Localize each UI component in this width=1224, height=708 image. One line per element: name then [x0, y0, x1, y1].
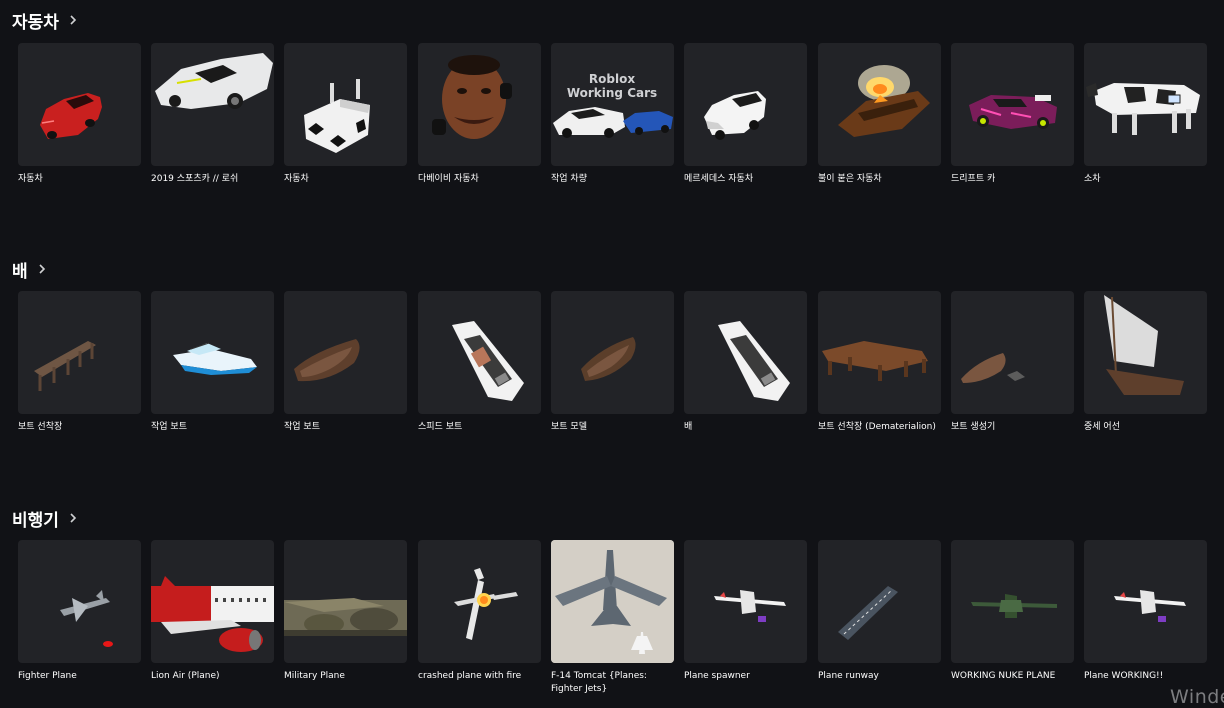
- asset-label: 보트 생성기: [951, 422, 996, 432]
- asset-card[interactable]: 보트 생성기: [951, 291, 1074, 434]
- section-title: 자동차: [12, 12, 59, 33]
- sailboat-image: [1084, 291, 1207, 414]
- asset-label: 작업 차량: [551, 174, 587, 184]
- asset-card[interactable]: F-14 Tomcat {Planes: Fighter Jets}: [551, 540, 674, 696]
- drift-car-image: [951, 43, 1074, 166]
- cow-car-image: [1084, 43, 1207, 166]
- section-boats: 배 보트 선착장 작업 보트 작업 보트 스피드 보트 보트 모델 배 보트 선…: [0, 257, 1224, 447]
- section-cars: 자동차 자동차 2019 스포츠카 // 로쉬 자동차 다베이비 자동차 Rob…: [0, 8, 1224, 198]
- asset-label: Lion Air (Plane): [151, 671, 220, 681]
- asset-label: 자동차: [18, 174, 43, 184]
- asset-card[interactable]: Roblox Working Cars 작업 차량: [551, 43, 674, 186]
- white-plane-image: [684, 540, 807, 663]
- asset-label: F-14 Tomcat {Planes: Fighter Jets}: [551, 671, 647, 694]
- asset-label: WORKING NUKE PLANE: [951, 671, 1056, 681]
- asset-card[interactable]: crashed plane with fire: [418, 540, 541, 683]
- roblox-working-cars-image: Roblox Working Cars: [551, 43, 674, 166]
- wooden-pier-image: [818, 291, 941, 414]
- chevron-right-icon: [68, 13, 78, 27]
- white-speedboat-image: [418, 291, 541, 414]
- white-blocky-car-image: [284, 43, 407, 166]
- runway-image: [818, 540, 941, 663]
- overlay-title: Roblox: [589, 72, 635, 86]
- asset-card[interactable]: Plane spawner: [684, 540, 807, 683]
- asset-label: 중세 어선: [1084, 422, 1120, 432]
- asset-card[interactable]: Military Plane: [284, 540, 407, 683]
- section-planes: 비행기 Fighter Plane Lion Air (Plane) Milit…: [0, 506, 1224, 706]
- f14-tomcat-image: [551, 540, 674, 663]
- asset-card[interactable]: 스피드 보트: [418, 291, 541, 434]
- asset-card[interactable]: Plane WORKING!!: [1084, 540, 1207, 683]
- crashed-plane-image: [418, 540, 541, 663]
- white-plane-image: [1084, 540, 1207, 663]
- asset-card[interactable]: 보트 선착장 (Dematerialion): [818, 291, 941, 434]
- asset-card[interactable]: 자동차: [284, 43, 407, 186]
- red-sedan-image: [18, 43, 141, 166]
- asset-label: Plane spawner: [684, 671, 750, 681]
- asset-label: 자동차: [284, 174, 309, 184]
- asset-label: Plane WORKING!!: [1084, 671, 1164, 681]
- asset-card[interactable]: 소차: [1084, 43, 1207, 186]
- white-mercedes-image: [684, 43, 807, 166]
- asset-card[interactable]: 자동차: [18, 43, 141, 186]
- overlay-subtitle: Working Cars: [567, 86, 657, 100]
- asset-label: 불이 붙은 자동차: [818, 174, 882, 184]
- asset-card[interactable]: WORKING NUKE PLANE: [951, 540, 1074, 683]
- asset-label: 소차: [1084, 174, 1101, 184]
- asset-card[interactable]: 작업 보트: [151, 291, 274, 434]
- white-speedboat-image: [684, 291, 807, 414]
- asset-card[interactable]: 배: [684, 291, 807, 434]
- military-plane-image: [284, 540, 407, 663]
- green-plane-image: [951, 540, 1074, 663]
- asset-card[interactable]: 보트 모델: [551, 291, 674, 434]
- asset-label: 다베이비 자동차: [418, 174, 479, 184]
- asset-label: 메르세데스 자동차: [684, 174, 754, 184]
- chevron-right-icon: [37, 262, 47, 276]
- rowboat-image: [284, 291, 407, 414]
- airliner-image: [151, 540, 274, 663]
- asset-label: Fighter Plane: [18, 671, 77, 681]
- asset-label: 보트 선착장: [18, 422, 63, 432]
- asset-card[interactable]: 드리프트 카: [951, 43, 1074, 186]
- speedboat-image: [151, 291, 274, 414]
- fighter-jet-image: [18, 540, 141, 663]
- wooden-dock-image: [18, 291, 141, 414]
- asset-label: 작업 보트: [151, 422, 187, 432]
- asset-card[interactable]: 다베이비 자동차: [418, 43, 541, 186]
- white-sports-car-image: [151, 43, 274, 166]
- asset-card[interactable]: 중세 어선: [1084, 291, 1207, 434]
- rowboat-image: [551, 291, 674, 414]
- asset-label: 2019 스포츠카 // 로쉬: [151, 174, 239, 184]
- boat-spawner-image: [951, 291, 1074, 414]
- asset-label: crashed plane with fire: [418, 671, 522, 681]
- asset-label: 작업 보트: [284, 422, 320, 432]
- dababy-car-image: [418, 43, 541, 166]
- windows-activation-watermark: Winde: [1170, 686, 1224, 708]
- asset-label: 드리프트 카: [951, 174, 996, 184]
- burning-car-image: [818, 43, 941, 166]
- section-title: 비행기: [12, 510, 59, 531]
- asset-label: Plane runway: [818, 671, 879, 681]
- chevron-right-icon: [68, 511, 78, 525]
- asset-card[interactable]: 보트 선착장: [18, 291, 141, 434]
- section-header-boats[interactable]: 배: [12, 257, 47, 282]
- asset-card[interactable]: 메르세데스 자동차: [684, 43, 807, 186]
- asset-card[interactable]: 작업 보트: [284, 291, 407, 434]
- asset-label: 보트 모델: [551, 422, 587, 432]
- toolbox-page: 자동차 자동차 2019 스포츠카 // 로쉬 자동차 다베이비 자동차 Rob…: [0, 0, 1224, 708]
- asset-card[interactable]: Plane runway: [818, 540, 941, 683]
- asset-label: Military Plane: [284, 671, 345, 681]
- section-header-cars[interactable]: 자동차: [12, 8, 78, 33]
- asset-label: 배: [684, 422, 693, 432]
- asset-card[interactable]: Lion Air (Plane): [151, 540, 274, 683]
- asset-card[interactable]: 불이 붙은 자동차: [818, 43, 941, 186]
- asset-card[interactable]: 2019 스포츠카 // 로쉬: [151, 43, 274, 186]
- asset-card[interactable]: Fighter Plane: [18, 540, 141, 683]
- section-header-planes[interactable]: 비행기: [12, 506, 78, 531]
- asset-label: 보트 선착장 (Dematerialion): [818, 422, 936, 432]
- asset-label: 스피드 보트: [418, 422, 463, 432]
- section-title: 배: [12, 261, 28, 282]
